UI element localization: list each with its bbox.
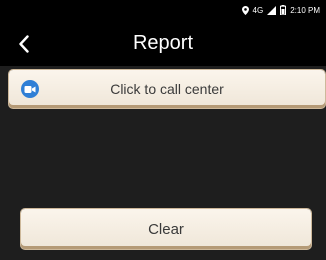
- clear-label: Clear: [148, 220, 184, 238]
- status-time: 2:10 PM: [290, 5, 320, 15]
- network-label: 4G: [252, 5, 264, 15]
- call-center-button[interactable]: Click to call center: [9, 70, 325, 108]
- app-bar: Report: [0, 20, 326, 66]
- location-icon: [241, 5, 249, 15]
- battery-icon: [280, 5, 287, 15]
- signal-icon: [267, 5, 277, 15]
- clear-button[interactable]: Clear: [21, 209, 311, 249]
- status-bar: 4G 2:10 PM: [0, 0, 326, 20]
- call-center-label: Click to call center: [110, 81, 224, 97]
- video-call-icon: [21, 80, 39, 98]
- page-title: Report: [132, 32, 194, 54]
